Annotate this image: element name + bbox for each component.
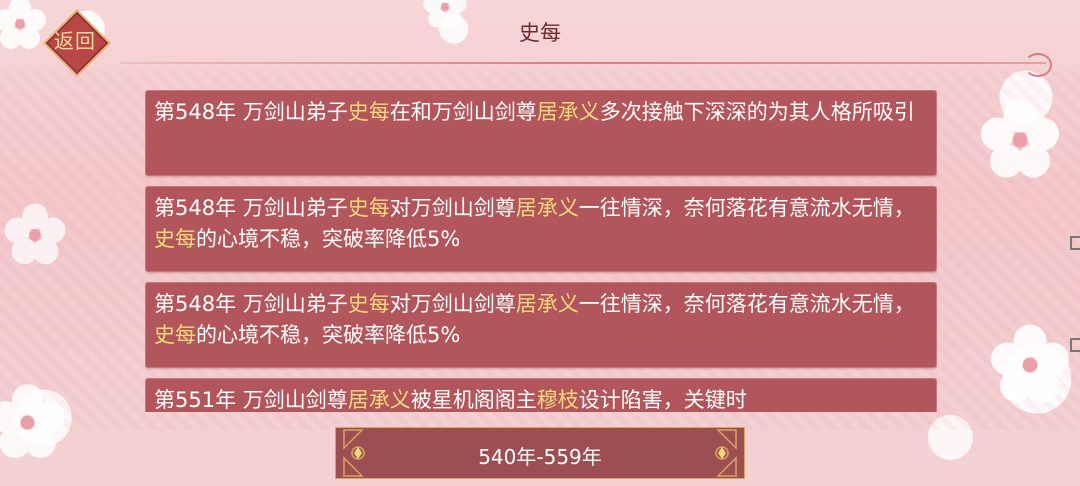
edge-marker [1070, 338, 1080, 352]
blossom-icon [975, 95, 1065, 185]
character-name: 居承义 [347, 388, 411, 412]
event-item: 第548年 万剑山弟子史每对万剑山剑尊居承义一往情深，奈何落花有意流水无情，史每… [145, 282, 937, 368]
event-text: 第548年 万剑山弟子 [154, 292, 348, 316]
event-text: 多次接触下深深的为其人格所吸引 [599, 100, 915, 124]
character-name: 居承义 [536, 100, 600, 124]
title-divider [120, 62, 1046, 64]
back-button[interactable]: 返回 [30, 9, 120, 77]
edge-marker [1070, 236, 1080, 250]
character-name: 史每 [347, 196, 390, 220]
event-text: 设计陷害，关键时 [578, 388, 747, 412]
character-name: 史每 [154, 323, 196, 347]
character-name: 史每 [154, 227, 196, 251]
character-name: 居承义 [515, 292, 579, 316]
event-text: 的心境不稳，突破率降低5% [196, 323, 461, 347]
scroll-curl-icon [1024, 53, 1052, 77]
character-name: 居承义 [515, 196, 579, 220]
event-text: 第548年 万剑山弟子 [154, 100, 348, 124]
event-text: 一往情深，奈何落花有意流水无情， [578, 196, 915, 220]
blossom-icon [0, 380, 70, 465]
blossom-icon [0, 200, 70, 270]
event-text: 在和万剑山剑尊 [389, 100, 537, 124]
event-text: 被星机阁阁主 [410, 388, 537, 412]
event-list[interactable]: 第548年 万剑山弟子史每在和万剑山剑尊居承义多次接触下深深的为其人格所吸引 第… [145, 90, 937, 412]
event-text: 第548年 万剑山弟子 [154, 196, 348, 220]
character-name: 史每 [347, 292, 390, 316]
cloud-ornament-right-icon [715, 429, 737, 477]
page-title: 史每 [519, 21, 561, 45]
event-item: 第551年 万剑山剑尊居承义被星机阁阁主穆枝设计陷害，关键时 [145, 378, 937, 412]
year-range-selector[interactable]: 540年-559年 [335, 427, 745, 479]
event-item: 第548年 万剑山弟子史每对万剑山剑尊居承义一往情深，奈何落花有意流水无情，史每… [145, 186, 937, 272]
event-text: 对万剑山剑尊 [389, 292, 516, 316]
event-item: 第548年 万剑山弟子史每在和万剑山剑尊居承义多次接触下深深的为其人格所吸引 [145, 90, 937, 176]
character-name: 穆枝 [536, 388, 579, 412]
event-text: 对万剑山剑尊 [389, 196, 516, 220]
event-text: 的心境不稳，突破率降低5% [196, 227, 461, 251]
back-button-label: 返回 [54, 29, 96, 53]
year-range-label: 540年-559年 [478, 445, 602, 469]
character-name: 史每 [347, 100, 390, 124]
event-text: 第551年 万剑山剑尊 [154, 388, 348, 412]
blossom-icon [985, 320, 1075, 410]
event-text: 一往情深，奈何落花有意流水无情， [578, 292, 915, 316]
